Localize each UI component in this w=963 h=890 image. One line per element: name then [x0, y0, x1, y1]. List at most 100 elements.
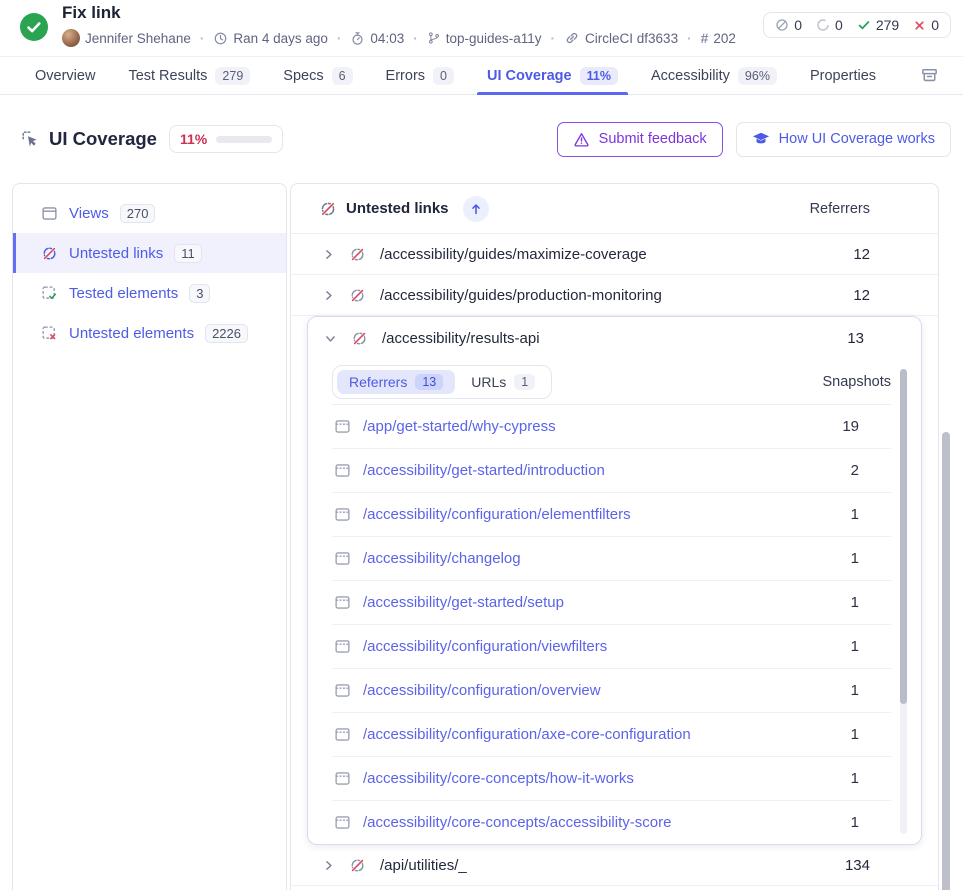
- passed-value: 279: [876, 17, 899, 33]
- sidebar-item-tested-elements[interactable]: Tested elements 3: [13, 273, 286, 313]
- separator: [687, 31, 692, 46]
- run-time: Ran 4 days ago: [213, 31, 328, 46]
- submit-feedback-button[interactable]: Submit feedback: [557, 122, 723, 157]
- run-time-label: Ran 4 days ago: [233, 31, 328, 46]
- run-duration-label: 04:03: [370, 31, 404, 46]
- referrer-row[interactable]: /accessibility/configuration/overview 1: [332, 669, 891, 713]
- window-icon: [334, 682, 351, 699]
- sort-ascending-button[interactable]: [463, 196, 489, 222]
- referrer-row[interactable]: /accessibility/changelog 1: [332, 537, 891, 581]
- cursor-click-icon: [20, 129, 40, 149]
- referrer-row[interactable]: /accessibility/get-started/introduction …: [332, 449, 891, 493]
- detail-scrollbar-track[interactable]: [900, 369, 907, 834]
- referrer-link[interactable]: /accessibility/core-concepts/how-it-work…: [363, 770, 634, 787]
- sidebar-item-badge: 270: [120, 204, 156, 223]
- sidebar-item-views[interactable]: Views 270: [13, 193, 286, 233]
- referrer-link[interactable]: /accessibility/get-started/setup: [363, 594, 564, 611]
- detail-scrollbar-thumb[interactable]: [900, 369, 907, 704]
- referrer-row[interactable]: /accessibility/configuration/viewfilters…: [332, 625, 891, 669]
- sidebar-item-label: Tested elements: [69, 285, 178, 302]
- run-results-summary: 0 0 279 0: [763, 12, 951, 38]
- link-slash-icon: [41, 245, 58, 262]
- referrer-link[interactable]: /accessibility/configuration/overview: [363, 682, 601, 699]
- chevron-right-icon[interactable]: [322, 248, 335, 261]
- window-icon: [334, 594, 351, 611]
- tab-test-results[interactable]: Test Results279: [128, 57, 250, 94]
- referrer-row[interactable]: /accessibility/core-concepts/how-it-work…: [332, 757, 891, 801]
- snapshot-count: 1: [851, 814, 859, 831]
- untested-links-header: Untested links Referrers: [291, 184, 938, 234]
- tab-accessibility[interactable]: Accessibility96%: [651, 57, 777, 94]
- tab-overview[interactable]: Overview: [35, 57, 95, 94]
- pending-count: 0: [816, 17, 843, 33]
- author[interactable]: Jennifer Shehane: [62, 29, 191, 47]
- run-tabbar: Overview Test Results279 Specs6 Errors0 …: [0, 57, 963, 95]
- tab-label: UI Coverage: [487, 68, 572, 84]
- untested-link-row[interactable]: /api/utilities/_ 134: [291, 845, 938, 886]
- tab-label: Specs: [283, 68, 323, 84]
- branch[interactable]: top-guides-a11y: [427, 31, 542, 46]
- tab-label: Referrers: [349, 374, 407, 390]
- tab-ui-coverage[interactable]: UI Coverage 11%: [487, 57, 618, 94]
- hash-icon: [701, 30, 709, 46]
- referrer-count: 134: [845, 857, 870, 874]
- link-path: /accessibility/guides/production-monitor…: [380, 287, 662, 304]
- how-ui-coverage-works-button[interactable]: How UI Coverage works: [736, 122, 951, 157]
- separator: [337, 31, 342, 46]
- sidebar-item-untested-links[interactable]: Untested links 11: [13, 233, 286, 273]
- referrer-link[interactable]: /accessibility/configuration/viewfilters: [363, 638, 607, 655]
- tab-properties[interactable]: Properties: [810, 57, 876, 94]
- referrer-row[interactable]: /accessibility/get-started/setup 1: [332, 581, 891, 625]
- untested-link-row[interactable]: /accessibility/guides/maximize-coverage …: [291, 234, 938, 275]
- expanded-link-card: /accessibility/results-api 13 Referrers …: [307, 316, 922, 845]
- tab-label: Test Results: [128, 68, 207, 84]
- tab-label: Accessibility: [651, 68, 730, 84]
- referrer-count: 13: [847, 330, 864, 347]
- coverage-sidebar: Views 270 Untested links 11 Tested eleme…: [12, 183, 287, 890]
- referrer-row[interactable]: /accessibility/core-concepts/accessibili…: [332, 801, 891, 844]
- sidebar-item-label: Views: [69, 205, 109, 222]
- referrer-link[interactable]: /accessibility/changelog: [363, 550, 521, 567]
- chevron-down-icon[interactable]: [324, 332, 337, 345]
- referrer-link[interactable]: /accessibility/configuration/elementfilt…: [363, 506, 631, 523]
- tab-badge: 13: [415, 374, 443, 390]
- tab-urls[interactable]: URLs 1: [459, 370, 547, 394]
- referrer-link[interactable]: /accessibility/get-started/introduction: [363, 462, 605, 479]
- tab-badge: 6: [332, 67, 353, 85]
- referrer-link[interactable]: /app/get-started/why-cypress: [363, 418, 556, 435]
- tab-badge: 0: [433, 67, 454, 85]
- page-scrollbar-thumb[interactable]: [942, 432, 950, 890]
- window-icon: [334, 418, 351, 435]
- referrers-list: /app/get-started/why-cypress 19 /accessi…: [332, 405, 891, 844]
- failed-count: 0: [913, 17, 939, 33]
- snapshots-column-header: Snapshots: [822, 374, 891, 390]
- chevron-right-icon[interactable]: [322, 289, 335, 302]
- referrer-row[interactable]: /accessibility/configuration/axe-core-co…: [332, 713, 891, 757]
- window-icon: [334, 550, 351, 567]
- ci-label: CircleCI df3633: [585, 31, 678, 46]
- referrer-row[interactable]: /app/get-started/why-cypress 19: [332, 405, 891, 449]
- passed-icon: [857, 18, 871, 32]
- untested-links-panel: Untested links Referrers /accessibility/…: [290, 183, 939, 890]
- element-x-icon: [41, 325, 58, 342]
- clock-icon: [213, 31, 228, 46]
- chevron-right-icon[interactable]: [322, 859, 335, 872]
- referrer-link[interactable]: /accessibility/configuration/axe-core-co…: [363, 726, 691, 743]
- referrer-link[interactable]: /accessibility/core-concepts/accessibili…: [363, 814, 671, 831]
- window-icon: [334, 506, 351, 523]
- sidebar-item-untested-elements[interactable]: Untested elements 2226: [13, 313, 286, 353]
- referrer-row[interactable]: /accessibility/configuration/elementfilt…: [332, 493, 891, 537]
- ci-build[interactable]: CircleCI df3633: [564, 30, 678, 46]
- tab-errors[interactable]: Errors0: [386, 57, 454, 94]
- window-icon: [334, 770, 351, 787]
- run-header: Fix link Jennifer Shehane Ran 4 days ago…: [0, 0, 963, 57]
- snapshot-count: 19: [842, 418, 859, 435]
- sidebar-item-label: Untested elements: [69, 325, 194, 342]
- tab-referrers[interactable]: Referrers 13: [337, 370, 455, 394]
- avatar: [62, 29, 80, 47]
- untested-link-row-expanded[interactable]: /accessibility/results-api 13: [308, 317, 921, 359]
- tab-badge: 11%: [580, 67, 618, 85]
- archive-icon[interactable]: [920, 66, 939, 85]
- untested-link-row[interactable]: /accessibility/guides/production-monitor…: [291, 275, 938, 316]
- tab-specs[interactable]: Specs 6: [283, 57, 352, 94]
